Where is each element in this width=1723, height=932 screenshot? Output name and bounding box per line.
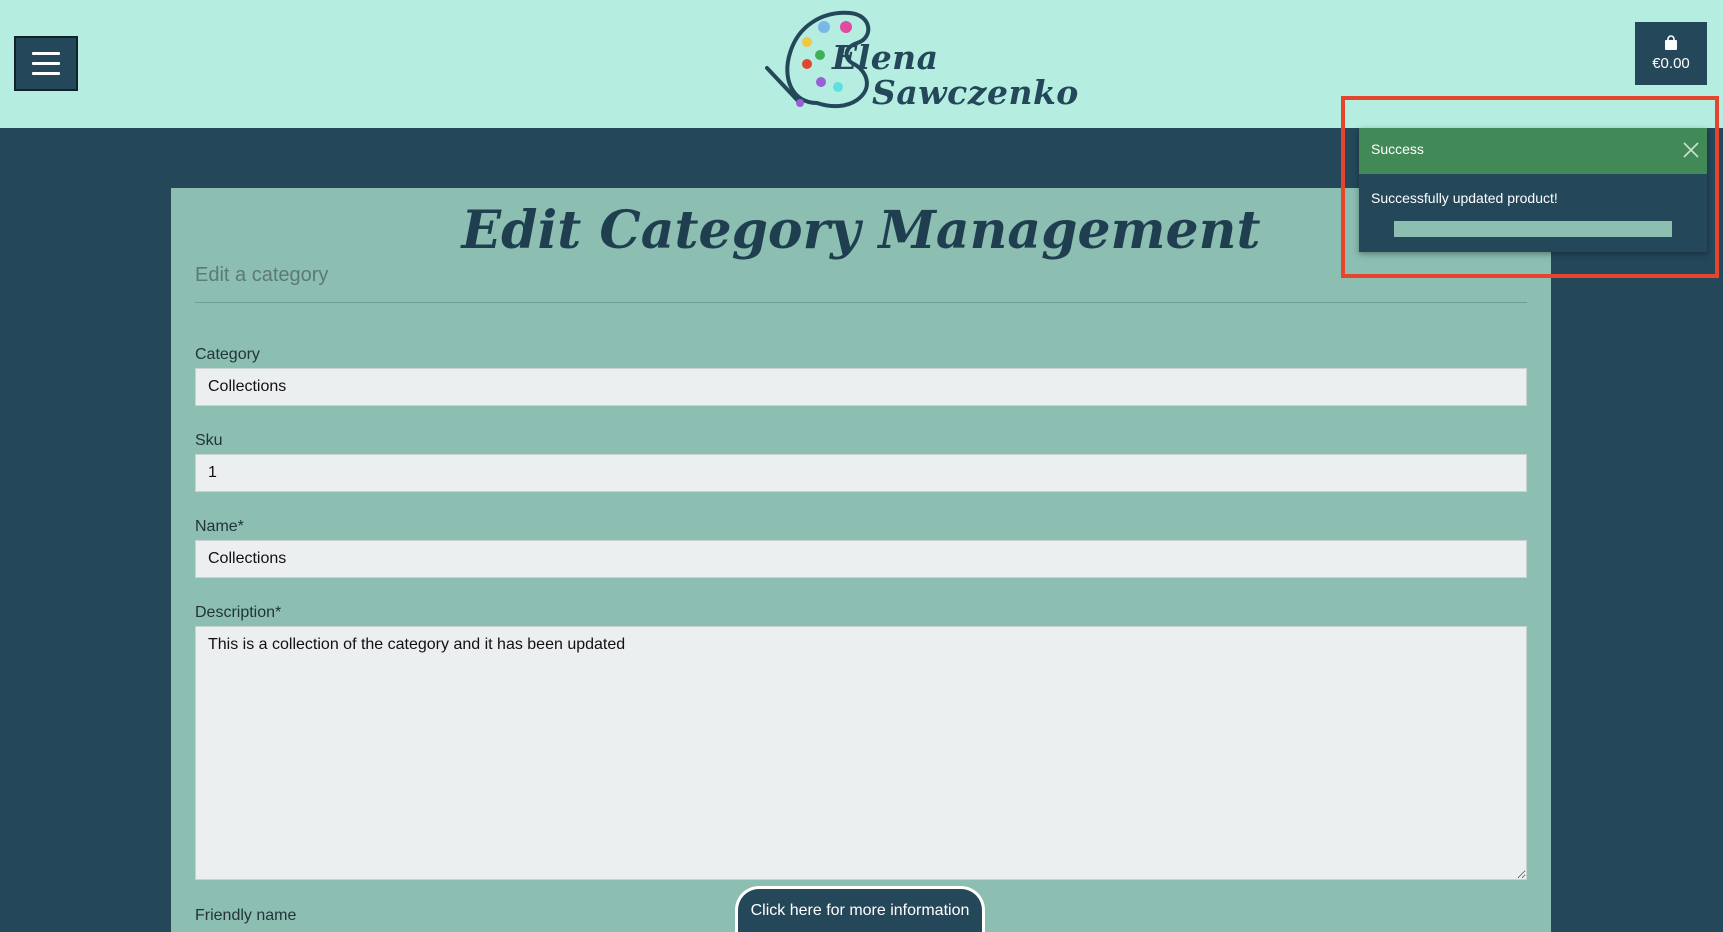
name-label: Name*	[195, 518, 244, 535]
hamburger-icon-line	[32, 52, 60, 55]
toast-arrow	[1645, 112, 1669, 128]
description-label: Description*	[195, 604, 282, 621]
divider	[195, 302, 1527, 303]
cart-button[interactable]: €0.00	[1635, 22, 1707, 85]
hamburger-icon-line	[32, 62, 60, 65]
friendly-name-label: Friendly name	[195, 907, 297, 924]
success-toast: Success Successfully updated product!	[1359, 128, 1707, 252]
hamburger-icon-line	[32, 72, 60, 75]
page-subtitle: Edit a category	[195, 264, 329, 286]
sku-label: Sku	[195, 432, 223, 449]
logo-text-last: Sawczenko	[872, 73, 1079, 112]
logo-text-first: Elena	[832, 38, 939, 77]
cart-total: €0.00	[1652, 55, 1690, 72]
menu-button[interactable]	[14, 36, 78, 91]
description-textarea[interactable]: This is a collection of the category and…	[195, 626, 1527, 880]
name-input[interactable]	[195, 540, 1527, 578]
site-logo[interactable]: Elena Sawczenko	[762, 8, 1078, 120]
toast-progress-track	[1394, 221, 1672, 237]
toast-header: Success	[1359, 128, 1707, 174]
toast-progress-bar	[1394, 221, 1672, 237]
toast-title: Success	[1371, 141, 1424, 157]
category-label: Category	[195, 346, 260, 363]
category-input[interactable]	[195, 368, 1527, 406]
close-icon[interactable]	[1682, 141, 1700, 159]
more-information-button[interactable]: Click here for more information	[735, 886, 985, 932]
shopping-bag-icon	[1665, 35, 1677, 50]
sku-input[interactable]	[195, 454, 1527, 492]
edit-category-card: Edit Category Management Edit a category…	[171, 188, 1551, 932]
toast-message: Successfully updated product!	[1371, 190, 1558, 206]
